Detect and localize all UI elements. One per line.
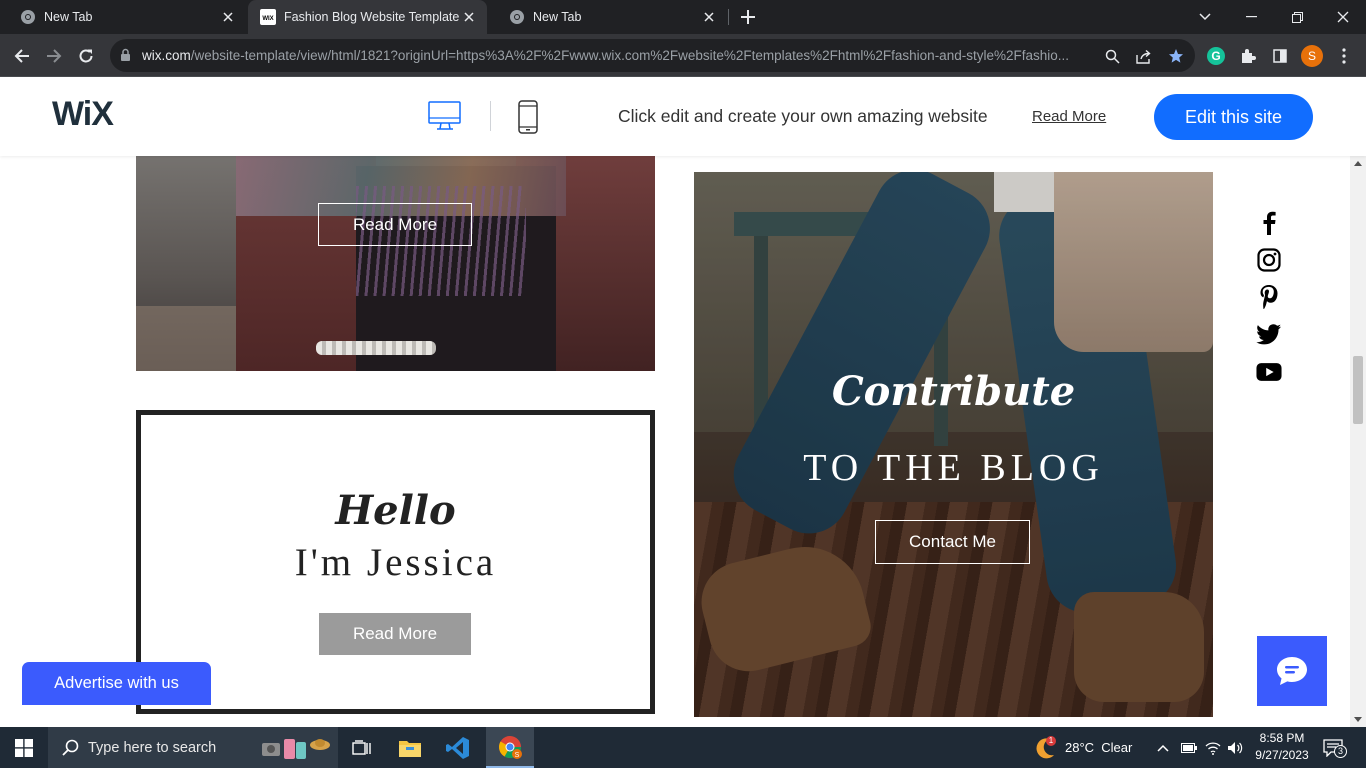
windows-taskbar: Type here to search S 1 28°C Clear 8:58 … [0, 727, 1366, 768]
tab-title: New Tab [533, 10, 582, 24]
browser-tab-strip: New Tab WIX Fashion Blog Website Templat… [0, 0, 1366, 34]
share-icon[interactable] [1134, 46, 1154, 66]
chat-button[interactable] [1257, 636, 1327, 706]
show-hidden-icons-chevron-icon[interactable] [1157, 727, 1169, 768]
notifications-icon[interactable]: 3 [1323, 727, 1347, 768]
url-text[interactable]: wix.com/website-template/view/html/1821?… [142, 48, 1092, 63]
browser-toolbar: wix.com/website-template/view/html/1821?… [0, 34, 1366, 77]
chrome-taskbar-icon[interactable]: S [486, 727, 534, 768]
back-button[interactable] [8, 42, 36, 70]
wix-preview-bar: WiX Click edit and create your own amazi… [0, 77, 1366, 156]
scroll-up-arrow-icon[interactable] [1354, 160, 1362, 166]
photo-overlay [694, 172, 1213, 717]
clock-time: 8:58 PM [1259, 731, 1305, 745]
close-tab-icon[interactable] [459, 7, 479, 27]
tab-new-tab-2[interactable]: New Tab [489, 0, 727, 34]
chat-bubble-icon [1277, 657, 1307, 685]
battery-icon[interactable] [1181, 727, 1197, 768]
desktop-view-icon[interactable] [428, 101, 462, 138]
address-bar[interactable]: wix.com/website-template/view/html/1821?… [110, 39, 1195, 72]
side-panel-icon[interactable] [1268, 44, 1292, 68]
url-domain: wix.com [142, 48, 191, 63]
chrome-icon [510, 10, 524, 24]
close-tab-icon[interactable] [218, 7, 238, 27]
zoom-icon[interactable] [1102, 46, 1122, 66]
tab-title: New Tab [44, 10, 93, 24]
hello-script-heading: Hello [335, 487, 456, 534]
youtube-icon[interactable] [1256, 359, 1282, 385]
advertise-with-us-button[interactable]: Advertise with us [22, 662, 211, 705]
grammarly-icon[interactable]: G [1204, 44, 1228, 68]
file-explorer-icon[interactable] [386, 727, 434, 768]
minimize-button[interactable] [1228, 0, 1274, 34]
tab-title: Fashion Blog Website Template | [284, 10, 459, 24]
bookmark-star-icon[interactable] [1166, 46, 1186, 66]
url-path: /website-template/view/html/1821?originU… [190, 48, 1069, 63]
to-the-blog-heading: TO THE BLOG [803, 447, 1104, 489]
vscode-icon[interactable] [434, 727, 482, 768]
wix-logo-text: WiX [52, 95, 114, 131]
view-divider [490, 101, 491, 131]
facebook-icon[interactable] [1256, 210, 1282, 236]
wifi-icon[interactable] [1205, 727, 1221, 768]
close-tab-icon[interactable] [699, 7, 719, 27]
chrome-menu-icon[interactable] [1332, 44, 1356, 68]
wix-read-more-link[interactable]: Read More [1032, 108, 1106, 125]
weather-badge: 1 [1048, 736, 1054, 745]
wix-logo[interactable]: WiX [52, 95, 124, 131]
task-view-icon[interactable] [338, 727, 386, 768]
weather-text: 28°C Clear [1065, 740, 1133, 755]
instagram-icon[interactable] [1256, 247, 1282, 273]
restore-button[interactable] [1274, 0, 1320, 34]
forward-button[interactable] [40, 42, 68, 70]
scroll-thumb[interactable] [1353, 356, 1363, 424]
search-placeholder: Type here to search [88, 739, 217, 756]
scroll-down-arrow-icon[interactable] [1354, 717, 1362, 723]
wix-favicon-icon: WIX [260, 9, 276, 25]
page-scrollbar[interactable] [1350, 156, 1366, 727]
chrome-icon [21, 10, 35, 24]
contribute-script-heading: Contribute [831, 368, 1076, 415]
svg-text:S: S [515, 752, 520, 759]
photo-read-more-button[interactable]: Read More [318, 203, 472, 246]
contribute-photo: Contribute TO THE BLOG Contact Me [694, 172, 1213, 717]
svg-text:G: G [1211, 49, 1220, 63]
windows-logo-icon [15, 738, 33, 757]
fashion-photo-scarf: Read More [136, 156, 655, 371]
search-highlight-travel-icon [262, 739, 330, 759]
photo-floor [136, 306, 236, 371]
svg-text:WIX: WIX [262, 16, 273, 22]
new-tab-button[interactable] [737, 6, 759, 28]
tab-search-chevron-icon[interactable] [1182, 0, 1228, 34]
photo-lace-hem [316, 341, 436, 355]
close-window-button[interactable] [1320, 0, 1366, 34]
system-clock[interactable]: 8:58 PM 9/27/2023 [1252, 730, 1312, 764]
tab-separator [728, 9, 729, 25]
profile-avatar[interactable]: S [1300, 44, 1324, 68]
tab-new-tab-1[interactable]: New Tab [0, 0, 246, 34]
search-icon [62, 739, 79, 756]
tab-fashion-blog[interactable]: WIX Fashion Blog Website Template | [248, 0, 487, 34]
website-preview: Read More Hello I'm Jessica Read More Co… [0, 156, 1350, 727]
about-read-more-button[interactable]: Read More [319, 613, 471, 655]
taskbar-search-box[interactable]: Type here to search [48, 727, 338, 768]
about-jessica-box: Hello I'm Jessica Read More [136, 410, 655, 714]
weather-widget[interactable]: 1 28°C Clear [1032, 727, 1132, 768]
twitter-icon[interactable] [1256, 322, 1282, 348]
lock-icon [121, 48, 130, 61]
wix-promo-message: Click edit and create your own amazing w… [618, 106, 988, 126]
windows-start-button[interactable] [0, 727, 48, 768]
mobile-view-icon[interactable] [518, 100, 538, 139]
extensions-puzzle-icon[interactable] [1236, 44, 1260, 68]
reload-button[interactable] [72, 42, 100, 70]
profile-initial: S [1307, 49, 1316, 63]
contact-me-button[interactable]: Contact Me [875, 520, 1030, 564]
volume-icon[interactable] [1227, 727, 1243, 768]
clock-date: 9/27/2023 [1255, 748, 1309, 762]
pinterest-icon[interactable] [1256, 284, 1282, 310]
edit-this-site-button[interactable]: Edit this site [1154, 94, 1313, 140]
notification-count: 3 [1334, 745, 1347, 758]
jessica-heading: I'm Jessica [294, 541, 497, 584]
